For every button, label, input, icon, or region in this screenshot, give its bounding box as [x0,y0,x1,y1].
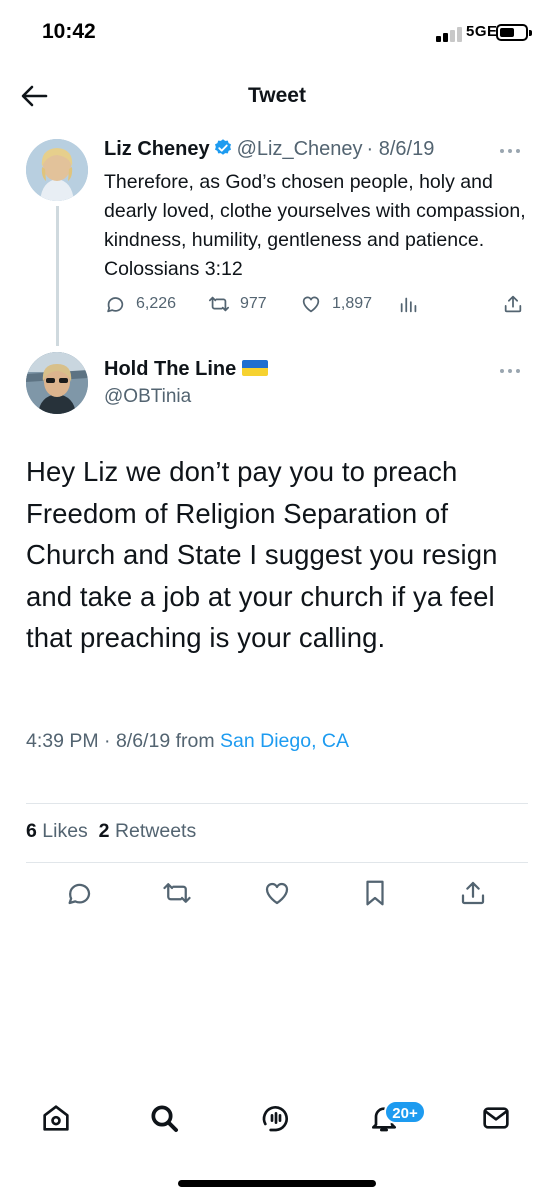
more-icon[interactable] [500,146,524,156]
reply-button-large[interactable] [62,876,96,910]
status-bar: 10:42 5GE [0,0,554,64]
tweet-stats: 6 Likes 2 Retweets [26,820,196,843]
retweets-label: Retweets [114,820,197,842]
likes-label: Likes [42,820,88,842]
reply-author-name-text: Hold The Line [104,358,237,380]
divider [26,803,528,804]
home-icon[interactable] [38,1100,74,1136]
spaces-icon[interactable] [258,1100,294,1136]
retweet-count: 977 [240,295,267,312]
notifications-badge: 20+ [384,1100,426,1124]
likes-count: 6 [26,820,37,842]
reply-author-name[interactable]: Hold The Line [104,358,269,381]
like-icon [265,882,289,905]
location-link[interactable]: San Diego, CA [220,730,349,752]
verified-icon [214,139,231,155]
reply-tweet-text: Hey Liz we don’t pay you to preach Freed… [26,456,498,653]
network-label: 5GE [466,23,498,40]
tweet-timestamp: 4:39 PM · 8/6/19 from San Diego, CA [26,730,349,753]
header: Tweet [0,64,554,128]
share-icon [461,881,485,905]
timestamp-text: 4:39 PM · 8/6/19 from [26,730,215,752]
avatar-liz-cheney[interactable] [26,139,88,201]
page-title: Tweet [248,84,306,107]
retweet-button[interactable]: 977 [208,290,267,318]
analytics-button[interactable] [398,290,420,318]
retweet-icon [208,296,230,312]
analytics-icon [400,297,417,313]
like-icon [302,296,320,313]
author-name[interactable]: Liz Cheney [104,138,210,160]
tweet-date: · 8/6/19 [366,138,435,160]
likes-stat[interactable]: 6 Likes [26,820,88,842]
home-indicator [178,1180,376,1187]
reply-more-icon[interactable] [500,366,524,376]
like-button[interactable]: 1,897 [300,290,372,318]
flag-icon [242,360,269,376]
reply-count: 6,226 [136,295,177,312]
retweets-count: 2 [98,820,110,842]
share-button-large[interactable] [456,876,490,910]
bookmark-button[interactable] [358,876,392,910]
share-button[interactable] [502,290,524,318]
reply-button[interactable]: 6,226 [104,290,176,318]
reply-author-handle[interactable]: @OBTinia [104,386,191,408]
status-time: 10:42 [42,20,96,43]
signal-icon [436,26,466,42]
reply-icon [107,297,124,313]
share-icon [504,295,522,313]
tweet-action-bar [0,876,554,912]
author-handle[interactable]: @Liz_Cheney [237,138,363,160]
avatar-hold-the-line[interactable] [26,352,88,414]
like-button-large[interactable] [260,876,294,910]
thread-line [56,206,59,346]
battery-icon [496,24,532,41]
bookmark-icon [366,880,384,906]
parent-tweet-text: Therefore, as God’s chosen people, holy … [104,171,526,280]
divider [26,862,528,863]
like-count: 1,897 [332,295,373,312]
retweets-stat[interactable]: 2 Retweets [99,820,197,842]
parent-tweet-header: Liz Cheney @Liz_Cheney · 8/6/19 [104,138,524,164]
parent-tweet-actions: 6,226 977 1,897 [104,290,530,318]
retweet-icon [163,883,191,903]
reply-icon [68,883,91,905]
bottom-nav [0,1094,554,1154]
search-icon[interactable] [146,1100,182,1136]
messages-icon[interactable] [478,1100,514,1136]
retweet-button-large[interactable] [160,876,194,910]
